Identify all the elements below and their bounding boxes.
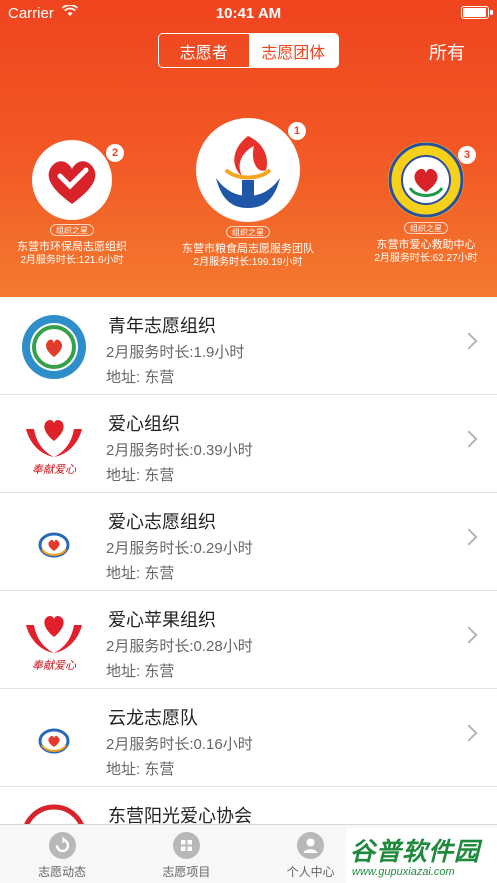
clock: 10:41 AM <box>215 5 282 22</box>
rank-card-2[interactable]: 2 组织之星 东营市环保局志愿组织 2月服务时长:121.6小时 <box>10 140 134 267</box>
person-icon <box>297 832 325 859</box>
tab-volunteer-projects[interactable]: 志愿项目 <box>124 825 248 883</box>
rank-tag: 组织之星 <box>404 222 448 234</box>
rank-card-3[interactable]: 3 组织之星 东营市爱心救助中心 2月服务时长:62.27小时 <box>366 142 486 265</box>
org-hours: 2月服务时长:0.28小时 <box>106 638 253 655</box>
org-address: 地址: 东营 <box>106 565 175 582</box>
tab-label: 个人中心 <box>286 865 335 879</box>
rank-card-1[interactable]: 1 组织之星 东营市粮食局志愿服务团队 2月服务时长:199.19小时 <box>172 118 324 269</box>
org-address: 地址: 东营 <box>106 467 175 484</box>
segment-volunteer-group[interactable]: 志愿团体 <box>248 34 338 67</box>
rescue-center-logo <box>388 142 464 218</box>
org-title: 爱心苹果组织 <box>108 610 216 630</box>
youth-volunteer-logo <box>20 313 88 381</box>
org-hours: 2月服务时长:0.39小时 <box>106 442 253 459</box>
list-item[interactable]: 奉献爱心 爱心组织 2月服务时长:0.39小时 地址: 东营 <box>0 395 497 493</box>
org-title: 青年志愿组织 <box>108 316 216 336</box>
rank-medal-3: 3 <box>458 146 476 164</box>
org-hours: 2月服务时长:0.29小时 <box>106 540 253 557</box>
org-address: 地址: 东营 <box>106 761 175 778</box>
rank-tag: 组织之星 <box>50 224 94 236</box>
logo-caption: 奉献爱心 <box>32 463 77 476</box>
grain-bureau-logo <box>196 118 300 222</box>
chevron-right-icon <box>460 430 478 448</box>
org-address: 地址: 东营 <box>106 663 175 680</box>
rank-medal-2: 2 <box>106 144 124 162</box>
segment-control: 志愿者 志愿团体 <box>158 33 339 68</box>
segment-volunteer[interactable]: 志愿者 <box>159 34 249 67</box>
tab-label: 志愿动态 <box>38 865 87 879</box>
rank-org-hours: 2月服务时长:62.27小时 <box>374 253 478 264</box>
list-item[interactable]: 爱心志愿组织 2月服务时长:0.29小时 地址: 东营 <box>0 493 497 591</box>
watermark-url: www.gupuxiazai.com <box>352 866 455 878</box>
rank-tag: 组织之星 <box>226 226 270 238</box>
org-hours: 2月服务时长:1.9小时 <box>106 344 245 361</box>
chevron-right-icon <box>460 332 478 350</box>
watermark-text: 谷普软件园 <box>350 838 481 866</box>
org-title: 爱心志愿组织 <box>108 512 216 532</box>
organization-list: 青年志愿组织 2月服务时长:1.9小时 地址: 东营 奉献爱心 爱心组织 2月服… <box>0 297 497 883</box>
rank-org-hours: 2月服务时长:199.19小时 <box>193 257 303 268</box>
chevron-right-icon <box>460 528 478 546</box>
tab-label: 志愿项目 <box>162 865 211 879</box>
refresh-icon <box>48 832 76 859</box>
small-heart-badge-logo <box>20 509 88 577</box>
hands-heart-logo: 奉献爱心 <box>20 607 88 675</box>
rank-medal-1: 1 <box>288 122 306 140</box>
org-hours: 2月服务时长:0.16小时 <box>106 736 253 753</box>
all-filter-button[interactable]: 所有 <box>429 39 465 65</box>
heart-logo <box>32 140 112 220</box>
org-title: 爱心组织 <box>108 414 180 434</box>
chevron-right-icon <box>460 724 478 742</box>
chevron-right-icon <box>460 626 478 644</box>
site-watermark: 谷普软件园 www.gupuxiazai.com <box>346 828 497 883</box>
rank-org-hours: 2月服务时长:121.6小时 <box>20 255 124 266</box>
app-screen: Carrier 10:41 AM 志愿者 志愿团体 所有 2 组织之星 东营市环… <box>0 0 497 883</box>
org-title: 云龙志愿队 <box>108 708 198 728</box>
battery-icon <box>461 6 493 19</box>
tab-volunteer-news[interactable]: 志愿动态 <box>0 825 124 883</box>
hands-heart-logo: 奉献爱心 <box>20 411 88 479</box>
grid-icon <box>172 832 200 859</box>
list-item[interactable]: 云龙志愿队 2月服务时长:0.16小时 地址: 东营 <box>0 689 497 787</box>
list-item[interactable]: 奉献爱心 爱心苹果组织 2月服务时长:0.28小时 地址: 东营 <box>0 591 497 689</box>
small-heart-badge-logo <box>20 705 88 773</box>
rank-org-name: 东营市爱心救助中心 <box>376 239 476 251</box>
header-banner: Carrier 10:41 AM 志愿者 志愿团体 所有 2 组织之星 东营市环… <box>0 0 497 297</box>
org-address: 地址: 东营 <box>106 369 175 386</box>
rank-org-name: 东营市环保局志愿组织 <box>17 241 127 253</box>
list-item[interactable]: 青年志愿组织 2月服务时长:1.9小时 地址: 东营 <box>0 297 497 395</box>
rank-org-name: 东营市粮食局志愿服务团队 <box>182 243 314 255</box>
logo-caption: 奉献爱心 <box>32 659 77 672</box>
status-bar: Carrier 10:41 AM <box>0 0 497 26</box>
